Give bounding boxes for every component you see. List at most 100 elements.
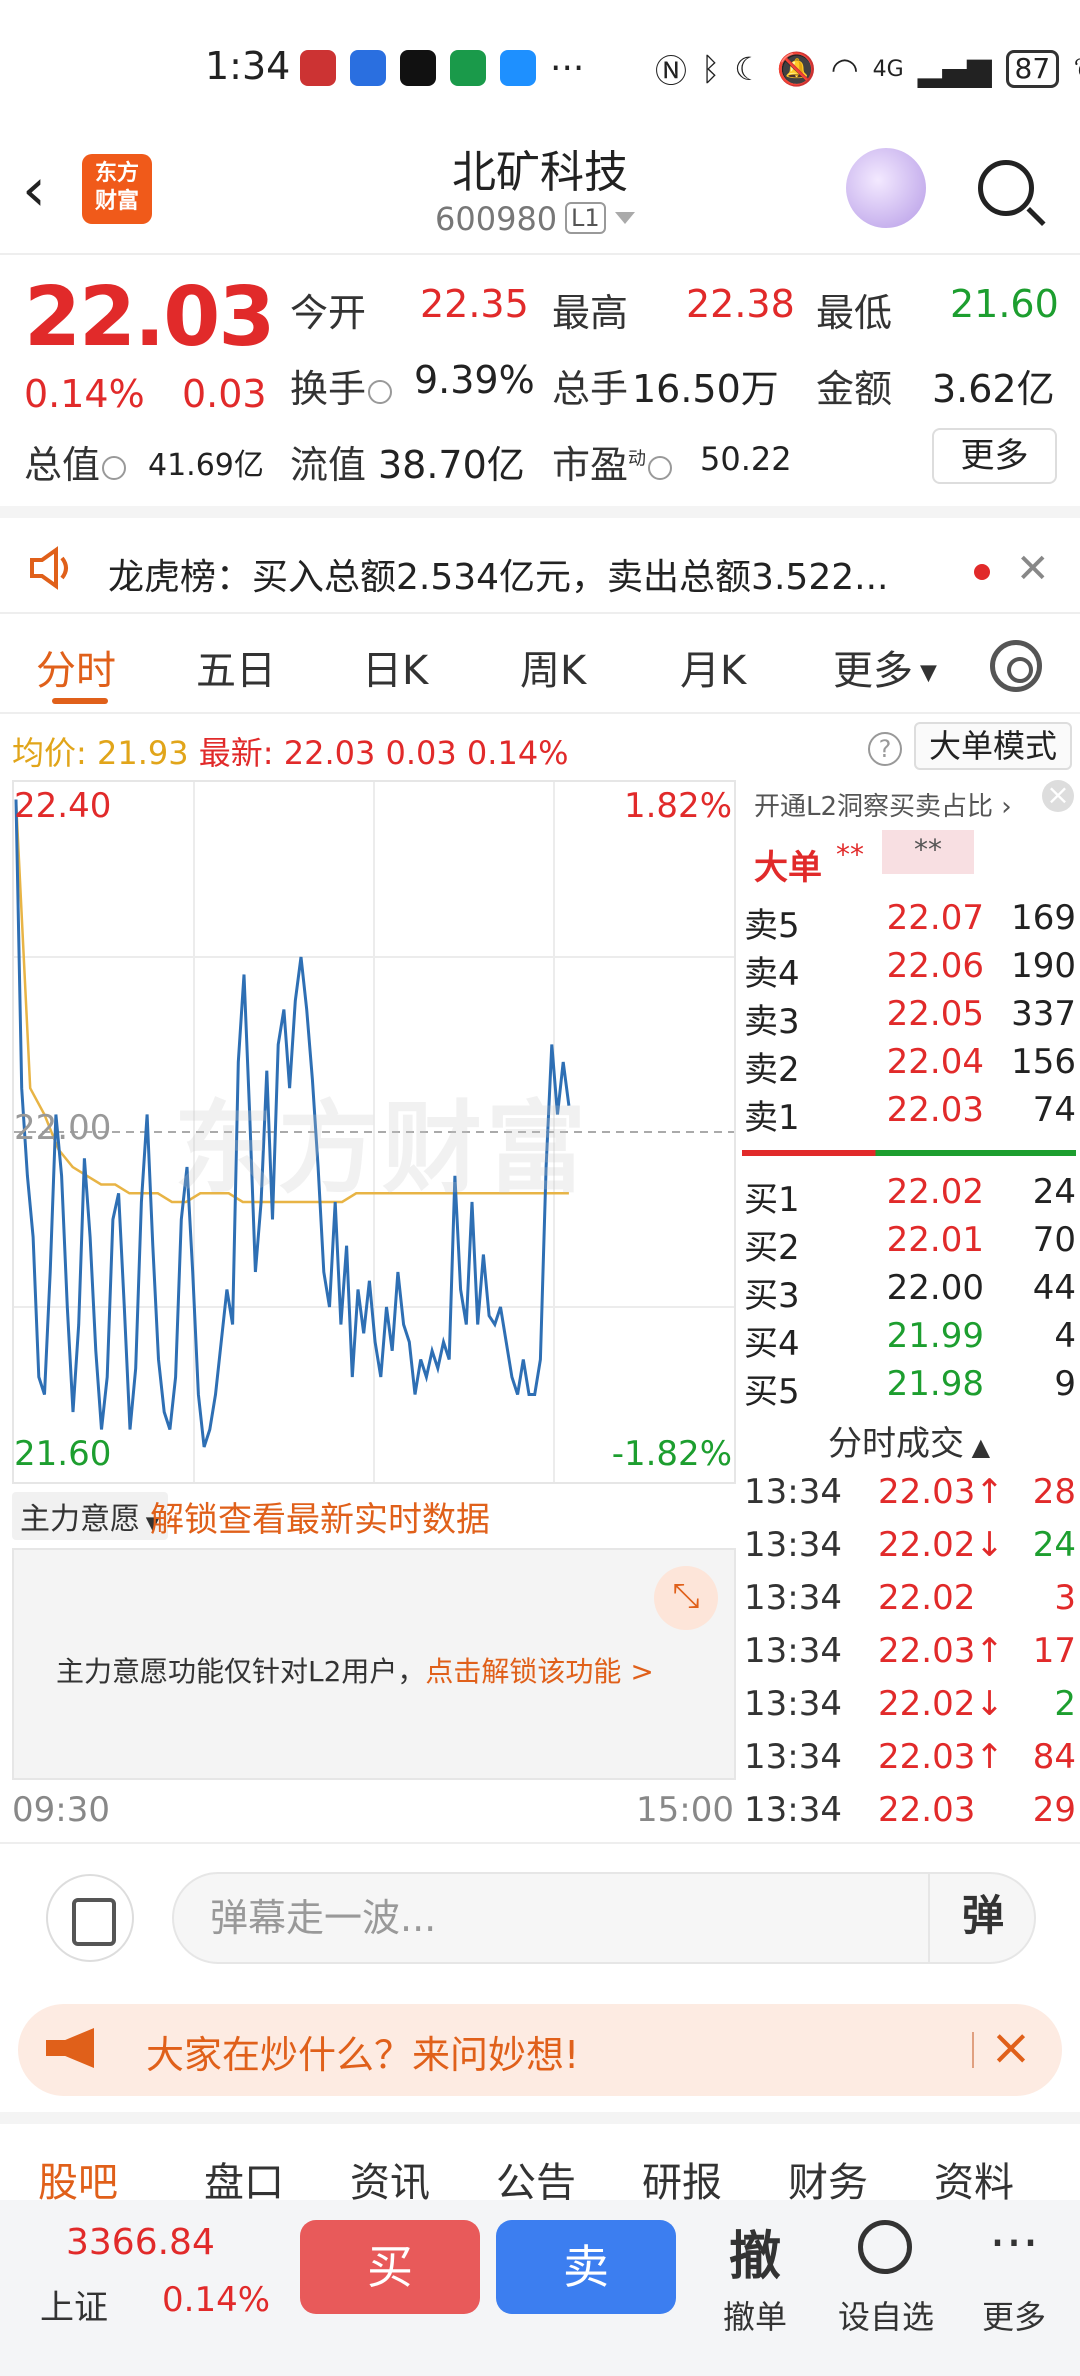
trade-price: 22.02↓	[878, 1525, 1004, 1565]
float-label: 流值	[290, 443, 367, 487]
change-percent: 0.14%	[24, 372, 145, 416]
assistant-avatar-icon[interactable]	[846, 148, 926, 228]
trade-row: 13:34 22.02↓ 2	[744, 1684, 1076, 1736]
intraday-chart[interactable]: 东方财富 22.40 1.82% 22.00 21.60 -1.82%	[12, 780, 736, 1484]
indicator-selector[interactable]: 主力意愿 ▼	[12, 1492, 168, 1540]
avg-label: 均价:	[12, 734, 87, 772]
close-icon[interactable]: ×	[990, 2018, 1032, 2076]
buy-button[interactable]: 买	[300, 2220, 480, 2314]
add-watchlist-label[interactable]: 设自选	[826, 2292, 946, 2338]
app-notification-icon	[350, 50, 386, 86]
news-ticker[interactable]: 龙虎榜：买入总额2.534亿元，卖出总额3.522... ✕	[0, 506, 1080, 614]
info-icon[interactable]	[648, 455, 673, 480]
cancel-order-label[interactable]: 撤单	[695, 2292, 815, 2338]
tab-daily-k[interactable]: 日K	[362, 638, 428, 696]
trade-volume: 3	[1054, 1578, 1076, 1618]
tab-weekly-k[interactable]: 周K	[520, 638, 586, 696]
big-order-ratio: **	[882, 830, 974, 874]
big-order-value: **	[836, 838, 864, 871]
buy-sell-ratio-bar	[742, 1150, 1076, 1156]
unlock-feature-link[interactable]: 点击解锁该功能 >	[425, 1655, 653, 1688]
big-order-label: 大单	[754, 848, 822, 888]
bid-row[interactable]: 买2 22.01 70	[744, 1220, 1076, 1268]
l2-promo-link[interactable]: 开通L2洞察买卖占比 ›	[738, 786, 1080, 823]
quote-more-button[interactable]: 更多	[932, 428, 1057, 484]
volume-label: 总手	[552, 367, 629, 411]
ask-volume: 74	[1032, 1090, 1076, 1130]
back-icon[interactable]: ‹	[22, 160, 46, 220]
bid-row[interactable]: 买5 21.98 9	[744, 1364, 1076, 1412]
tab-intraday[interactable]: 分时	[36, 638, 116, 696]
index-value[interactable]: 3366.84	[66, 2222, 215, 2263]
change-amount: 0.03	[182, 372, 267, 416]
close-icon[interactable]: ✕	[1016, 546, 1050, 592]
chevron-down-icon[interactable]	[615, 212, 635, 224]
trade-price: 22.03	[878, 1790, 976, 1830]
ask-row[interactable]: 卖5 22.07 169	[744, 898, 1076, 946]
danmu-toggle-button[interactable]: 弹	[928, 1872, 1036, 1964]
open-value: 22.35	[420, 282, 529, 326]
time-end-label: 15:00	[636, 1790, 734, 1830]
ask-row[interactable]: 卖3 22.05 337	[744, 994, 1076, 1042]
help-icon[interactable]: ?	[868, 732, 902, 766]
bid-row[interactable]: 买1 22.02 24	[744, 1172, 1076, 1220]
tab-more[interactable]: 更多 ▼	[833, 638, 937, 696]
index-change[interactable]: 0.14%	[162, 2280, 270, 2320]
expand-icon[interactable]: ⤡	[654, 1566, 718, 1630]
mktcap-value: 41.69亿	[148, 448, 264, 483]
tab-monthly-k[interactable]: 月K	[680, 638, 746, 696]
high-value: 22.38	[686, 282, 795, 326]
notification-icons: ···	[300, 48, 584, 89]
turnover-value: 9.39%	[414, 358, 535, 402]
notes-settings-icon[interactable]	[46, 1874, 134, 1962]
level-badge[interactable]: L1	[565, 202, 606, 234]
bid-row[interactable]: 买4 21.99 4	[744, 1316, 1076, 1364]
bid-label: 买1	[744, 1180, 800, 1220]
trade-time: 13:34	[744, 1578, 842, 1618]
gear-icon[interactable]	[990, 640, 1042, 692]
stock-code[interactable]: 600980	[435, 200, 557, 238]
avg-value: 21.93	[96, 734, 189, 772]
low-label: 最低	[816, 291, 893, 335]
ask-row[interactable]: 卖2 22.04 156	[744, 1042, 1076, 1090]
bid-price: 22.01	[886, 1220, 984, 1260]
unlock-realtime-link[interactable]: 解锁查看最新实时数据	[150, 1492, 490, 1541]
bid-volume: 9	[1054, 1364, 1076, 1404]
add-watchlist-icon[interactable]	[858, 2220, 912, 2274]
ask-row[interactable]: 卖4 22.06 190	[744, 946, 1076, 994]
banner-text: 大家在炒什么？来问妙想!	[146, 2033, 580, 2077]
pct-bottom-label: -1.82%	[611, 1434, 732, 1474]
nfc-icon: Ⓝ	[655, 52, 688, 90]
ask-row[interactable]: 卖1 22.03 74	[744, 1090, 1076, 1138]
current-price: 22.03	[24, 270, 275, 365]
ask-label: 卖4	[744, 954, 800, 994]
wifi-icon: ◠	[830, 50, 859, 88]
mktcap-label: 总值	[24, 434, 127, 489]
ticker-text: 龙虎榜：买入总额2.534亿元，卖出总额3.522...	[108, 557, 889, 598]
trade-price: 22.02	[878, 1578, 976, 1618]
bid-row[interactable]: 买3 22.00 44	[744, 1268, 1076, 1316]
search-icon[interactable]	[978, 160, 1034, 216]
bid-label: 买3	[744, 1276, 800, 1316]
more-label[interactable]: 更多	[954, 2292, 1074, 2338]
info-icon[interactable]	[368, 379, 393, 404]
ask-label: 卖5	[744, 906, 800, 946]
sell-button[interactable]: 卖	[496, 2220, 676, 2314]
pe-value: 50.22	[700, 440, 792, 478]
close-icon[interactable]: ×	[1042, 780, 1074, 812]
ask-price: 22.03	[886, 1090, 984, 1130]
ask-banner[interactable]: 大家在炒什么？来问妙想! ×	[18, 2004, 1062, 2096]
trades-title[interactable]: 分时成交 ▲	[738, 1416, 1080, 1465]
danmu-input[interactable]: 弹幕走一波...	[172, 1872, 1036, 1964]
trade-row: 13:34 22.02 3	[744, 1578, 1076, 1630]
ask-label: 卖3	[744, 1002, 800, 1042]
big-order-mode-button[interactable]: 大单模式	[914, 722, 1072, 770]
more-icon[interactable]: ···	[964, 2214, 1064, 2274]
bluetooth-icon: ᛒ	[701, 50, 721, 88]
cancel-order-icon[interactable]: 撤	[705, 2214, 805, 2289]
index-name[interactable]: 上证	[40, 2280, 108, 2329]
tab-five-day[interactable]: 五日	[196, 638, 276, 696]
info-icon[interactable]	[102, 455, 127, 480]
trade-time: 13:34	[744, 1525, 842, 1565]
ask-price: 22.06	[886, 946, 984, 986]
